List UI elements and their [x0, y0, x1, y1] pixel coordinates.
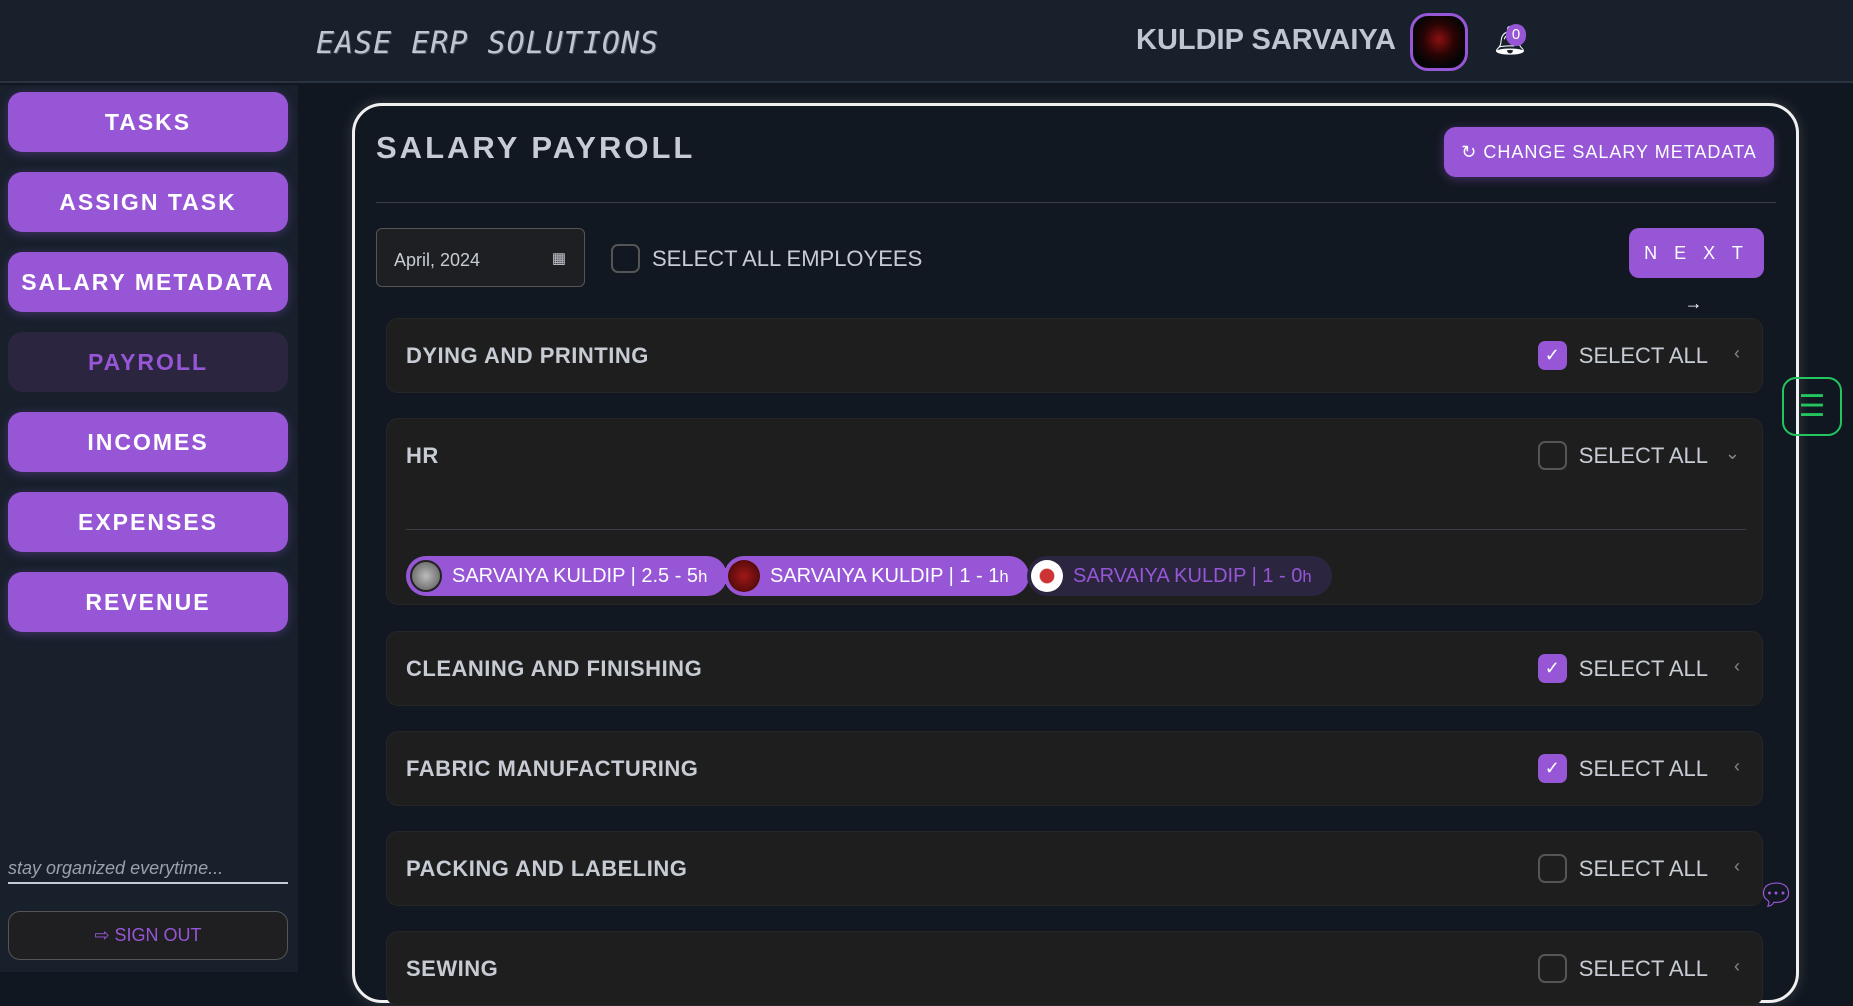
sign-out-label: SIGN OUT [114, 925, 202, 945]
section-name: CLEANING AND FINISHING [406, 656, 703, 681]
section-hr: HR SELECT ALL ⌄ SARVAIYA KULDIP | 2.5 - … [386, 418, 1763, 605]
sign-out-icon: ⇨ [94, 925, 115, 945]
select-all-label: SELECT ALL [1578, 955, 1708, 981]
sidebar-item-assign-task[interactable]: ASSIGN TASK [8, 172, 288, 232]
month-picker[interactable]: April, 2024 ▦ [376, 228, 585, 287]
select-all-checkbox[interactable]: ✓ [1537, 341, 1567, 370]
select-all-employees-checkbox[interactable] [611, 244, 640, 273]
sidebar: TASKS ASSIGN TASK SALARY METADATA PAYROL… [0, 85, 298, 972]
list-icon[interactable]: ☰ [1782, 377, 1842, 436]
next-button[interactable]: N E X T → [1629, 228, 1764, 313]
notification-badge: 0 [1506, 24, 1526, 46]
change-salary-metadata-button[interactable]: ↻ CHANGE SALARY METADATA [1444, 127, 1774, 177]
sidebar-item-tasks[interactable]: TASKS [8, 92, 288, 152]
select-all-checkbox[interactable] [1537, 441, 1567, 470]
tagline: stay organized everytime... [8, 858, 288, 884]
section-name: SEWING [406, 956, 499, 981]
calendar-icon[interactable]: ▦ [552, 249, 566, 267]
employee-label: SARVAIYA KULDIP | 1 - 0 [1073, 565, 1303, 587]
select-all-label: SELECT ALL [1578, 442, 1708, 468]
select-all-employees-label: SELECT ALL EMPLOYEES [652, 245, 923, 271]
refresh-icon: ↻ [1461, 142, 1484, 162]
chevron-down-icon[interactable]: ⌄ [1725, 443, 1740, 464]
chevron-left-icon[interactable]: ‹ [1734, 756, 1740, 777]
section-sewing[interactable]: SEWING SELECT ALL ‹ [386, 931, 1763, 1006]
hours-unit: h [698, 567, 708, 586]
select-all-employees[interactable]: SELECT ALL EMPLOYEES [611, 244, 922, 273]
employee-chip[interactable]: SARVAIYA KULDIP | 1 - 1h [724, 556, 1029, 596]
chat-icon[interactable]: 💬︎ [1757, 878, 1795, 913]
month-value: April, 2024 [394, 250, 481, 270]
user-name: KULDIP SARVAIYA [1136, 24, 1396, 56]
sign-out-button[interactable]: ⇨ SIGN OUT [8, 911, 288, 960]
employee-chip[interactable]: SARVAIYA KULDIP | 1 - 0h [1027, 556, 1332, 596]
select-all-label: SELECT ALL [1578, 342, 1708, 368]
chevron-left-icon[interactable]: ‹ [1734, 956, 1740, 977]
user-avatar[interactable] [1410, 13, 1468, 71]
select-all-checkbox[interactable] [1537, 954, 1567, 983]
section-fabric-manufacturing[interactable]: FABRIC MANUFACTURING ✓ SELECT ALL ‹ [386, 731, 1763, 806]
sidebar-item-revenue[interactable]: REVENUE [8, 572, 288, 632]
page-title: SALARY PAYROLL [376, 130, 696, 165]
select-all-checkbox[interactable]: ✓ [1537, 654, 1567, 683]
section-cleaning-and-finishing[interactable]: CLEANING AND FINISHING ✓ SELECT ALL ‹ [386, 631, 1763, 706]
top-header: EASE ERP SOLUTIONS KULDIP SARVAIYA 🔔︎ 0 [0, 0, 1853, 83]
chevron-left-icon[interactable]: ‹ [1734, 656, 1740, 677]
sidebar-item-incomes[interactable]: INCOMES [8, 412, 288, 472]
select-all-checkbox[interactable]: ✓ [1537, 754, 1567, 783]
chevron-left-icon[interactable]: ‹ [1734, 343, 1740, 364]
section-name: PACKING AND LABELING [406, 856, 688, 881]
select-all-label: SELECT ALL [1578, 855, 1708, 881]
hours-unit: h [999, 567, 1009, 586]
section-name: DYING AND PRINTING [406, 343, 649, 368]
section-name: FABRIC MANUFACTURING [406, 756, 699, 781]
employee-label: SARVAIYA KULDIP | 2.5 - 5 [452, 565, 699, 587]
section-dying-and-printing[interactable]: DYING AND PRINTING ✓ SELECT ALL ‹ [386, 318, 1763, 393]
hours-unit: h [1302, 567, 1312, 586]
select-all-label: SELECT ALL [1578, 655, 1708, 681]
chevron-left-icon[interactable]: ‹ [1734, 856, 1740, 877]
divider [376, 202, 1776, 203]
employee-avatar [728, 560, 760, 592]
app-logo: EASE ERP SOLUTIONS [316, 26, 660, 61]
employee-label: SARVAIYA KULDIP | 1 - 1 [770, 565, 1000, 587]
section-packing-and-labeling[interactable]: PACKING AND LABELING SELECT ALL ‹ [386, 831, 1763, 906]
section-name[interactable]: HR [406, 443, 439, 469]
select-all-checkbox[interactable] [1537, 854, 1567, 883]
sidebar-item-payroll[interactable]: PAYROLL [8, 332, 288, 392]
change-salary-metadata-label: CHANGE SALARY METADATA [1483, 142, 1757, 162]
employee-avatar [1031, 560, 1063, 592]
select-all-label: SELECT ALL [1578, 755, 1708, 781]
employee-avatar [410, 560, 442, 592]
employee-chip[interactable]: SARVAIYA KULDIP | 2.5 - 5h [406, 556, 728, 596]
divider [406, 529, 1746, 530]
sidebar-item-salary-metadata[interactable]: SALARY METADATA [8, 252, 288, 312]
sidebar-item-expenses[interactable]: EXPENSES [8, 492, 288, 552]
